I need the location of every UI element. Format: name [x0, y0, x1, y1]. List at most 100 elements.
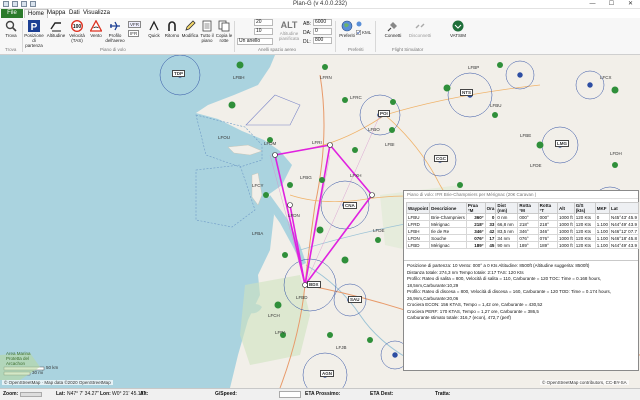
vor-label[interactable]: CNA: [343, 202, 357, 209]
route-icon: [149, 20, 159, 31]
favorites-small-icon[interactable]: [356, 21, 362, 28]
column-header[interactable]: Waypoint: [405, 202, 431, 214]
airport-label[interactable]: LFBI: [385, 142, 395, 147]
minimize-button[interactable]: —: [583, 0, 602, 9]
find-button[interactable]: Trova: [0, 20, 22, 48]
vor-label[interactable]: CGC: [434, 155, 448, 162]
ring-spinner-top[interactable]: 20: [254, 19, 273, 26]
table-cell: 17: [484, 234, 497, 242]
ring-count-select[interactable]: Un anello: [237, 38, 273, 45]
column-header[interactable]: G/S (kts): [573, 202, 596, 214]
table-row[interactable]: LFBH Ile de Re 346° 42 83,5 nm 346° 346° 1000 f…: [405, 227, 639, 235]
ring-spinner-bottom[interactable]: 10: [254, 28, 273, 35]
tab-file[interactable]: File: [1, 9, 23, 18]
airport-label[interactable]: LFDH: [610, 151, 622, 156]
vor-label[interactable]: POI: [378, 110, 390, 117]
airport-label[interactable]: LFDM: [264, 141, 276, 146]
table-row[interactable]: LFBD Mérignac 189° 45 90 nm 189° 189° 1000 ft 12…: [405, 241, 639, 249]
close-button[interactable]: ✕: [621, 0, 640, 9]
table-cell: 1.100: [594, 241, 611, 249]
airport-label[interactable]: LFBP: [468, 65, 479, 70]
airport-label[interactable]: LFJB: [336, 345, 347, 350]
airport-label[interactable]: LFCY: [252, 183, 264, 188]
column-header[interactable]: Rotta °T: [537, 202, 558, 214]
airport-label[interactable]: LFBA: [252, 231, 263, 236]
kml-checkbox[interactable]: [356, 30, 361, 36]
start-position-button[interactable]: P Posizione di partenza: [23, 20, 45, 48]
airport-label[interactable]: LFDE: [530, 163, 542, 168]
summary-line: Profilo: Rateo di discesa = 800, Velocit…: [407, 289, 611, 294]
airport-label[interactable]: LFBO: [368, 127, 380, 132]
vfr-toggle[interactable]: VFR: [128, 21, 141, 28]
airport-label[interactable]: LFDE: [373, 228, 385, 233]
vor-label[interactable]: LMG: [555, 140, 569, 147]
airport-label[interactable]: LFCH: [268, 313, 280, 318]
vor-label[interactable]: AGN: [320, 370, 334, 377]
copy-routes-button[interactable]: Copia le rotte: [213, 20, 235, 48]
airport-label[interactable]: LFBG: [300, 175, 312, 180]
table-cell: N46°12' 07.7: [609, 227, 639, 235]
column-header[interactable]: Descrizione: [429, 202, 467, 214]
table-cell: 189°: [465, 241, 486, 249]
dl-label: DL:: [303, 39, 311, 45]
kml-label[interactable]: KML: [362, 30, 371, 35]
zoom-slider[interactable]: [20, 392, 42, 397]
planned-altitude-button[interactable]: ALT Altitudine pianificata: [277, 20, 301, 48]
tab-visualizza[interactable]: Visualizza: [80, 9, 113, 18]
table-cell: 120 Kts: [573, 227, 596, 235]
table-cell: 076°: [465, 234, 486, 242]
vor-label[interactable]: SAU: [348, 296, 362, 303]
table-cell: 218°: [465, 220, 486, 228]
table-cell: Ile de Re: [429, 227, 467, 235]
column-header[interactable]: MKF: [594, 202, 611, 214]
aircraft-profile-button[interactable]: Profilo dell'aereo: [104, 20, 126, 48]
column-header[interactable]: Lat: [609, 202, 639, 214]
column-header[interactable]: Ora: [484, 202, 497, 214]
column-header[interactable]: Dist (nm): [495, 202, 519, 214]
disconnect-button[interactable]: Disconnetti: [405, 20, 435, 48]
table-row[interactable]: LFDN Souche 076° 17 34 nm 076° 076° 1000 ft 120 …: [405, 234, 639, 242]
airport-label[interactable]: LFOU: [218, 135, 230, 140]
airport-label[interactable]: LFBD: [296, 295, 308, 300]
copy-icon: [218, 20, 230, 32]
ifr-toggle[interactable]: IFR: [128, 30, 140, 37]
table-cell: 1000 ft: [556, 220, 575, 228]
column-header[interactable]: Alt: [556, 202, 575, 214]
altitude-button[interactable]: Altitudine: [45, 20, 67, 48]
da-input[interactable]: 0: [313, 28, 332, 35]
column-header[interactable]: Prua °M: [465, 202, 486, 214]
airport-label[interactable]: LFRC: [350, 95, 362, 100]
vatsim-button[interactable]: VATSIM: [447, 20, 469, 48]
airport-label[interactable]: LFPA: [275, 330, 286, 335]
table-cell: LFRD: [405, 220, 431, 228]
ab-input[interactable]: 6000: [313, 19, 332, 26]
gs-label: G/Speed:: [215, 391, 237, 397]
table-cell: 218°: [517, 220, 539, 228]
airport-label[interactable]: LFBH: [233, 75, 245, 80]
airport-label[interactable]: LFCX: [600, 75, 612, 80]
vor-label[interactable]: BDX: [307, 281, 321, 288]
airport-label[interactable]: LFRI: [312, 140, 322, 145]
maximize-button[interactable]: ☐: [602, 0, 621, 9]
airport-label[interactable]: LFDN: [288, 213, 300, 218]
table-cell: Brie-Champniers: [429, 213, 467, 221]
column-header[interactable]: Rotta °M: [517, 202, 539, 214]
airport-label[interactable]: LFBE: [520, 133, 531, 138]
airport-label[interactable]: LFRN: [320, 75, 332, 80]
favorites-button[interactable]: Preferiti: [336, 20, 358, 48]
airport-label[interactable]: LFXH: [350, 173, 362, 178]
vor-label[interactable]: TDP: [172, 70, 185, 77]
edit-icon: [185, 20, 196, 31]
table-cell: LFBU: [405, 213, 431, 221]
table-cell: 0: [484, 213, 497, 221]
table-row[interactable]: LFRD Mérignac 218° 33 66,8 nm 218° 218° 1000 ft…: [405, 220, 639, 228]
connect-button[interactable]: Connetti: [380, 20, 406, 48]
table-cell: 218°: [537, 220, 558, 228]
svg-text:P: P: [31, 22, 38, 32]
vor-label[interactable]: NTS: [460, 89, 473, 96]
table-row[interactable]: LFBU Brie-Champniers 360° 0 0 nm 000° 000° 1000…: [405, 213, 639, 221]
table-cell: 0 nm: [495, 213, 519, 221]
dl-input[interactable]: 800: [313, 37, 332, 44]
tab-mappa[interactable]: Mappa: [44, 9, 68, 18]
airport-label[interactable]: LFBU: [490, 103, 502, 108]
